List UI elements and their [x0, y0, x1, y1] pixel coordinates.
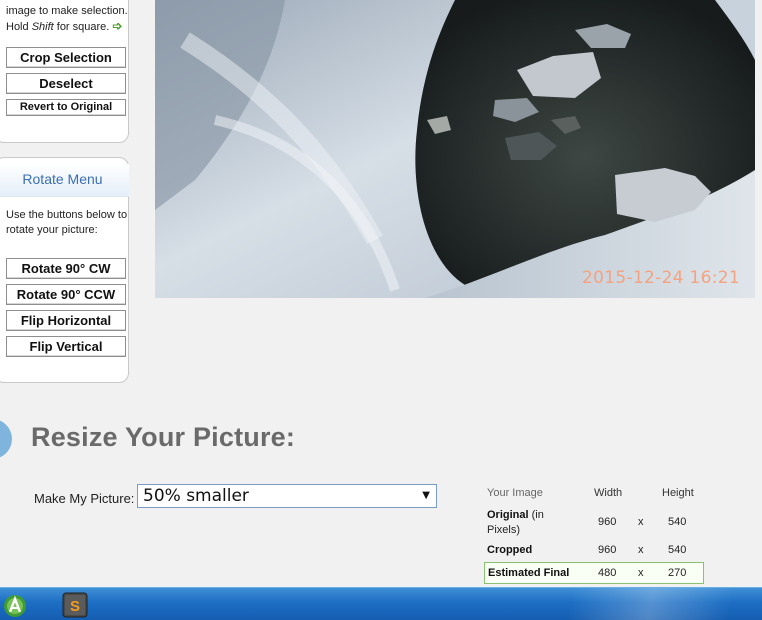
rotate-ccw-button[interactable]: Rotate 90° CCW [6, 284, 126, 305]
crop-instructions-line2: Hold Shift for square. ➩ [6, 19, 128, 35]
header-width: Width [594, 487, 623, 499]
cropped-label: Cropped [487, 544, 533, 556]
cropped-x: x [638, 544, 644, 556]
original-height: 540 [668, 516, 687, 528]
header-your-image: Your Image [487, 487, 543, 499]
android-studio-icon[interactable] [1, 591, 29, 619]
final-x: x [638, 567, 644, 579]
make-my-picture-label: Make My Picture: [34, 491, 135, 506]
dropdown-arrow-icon: ▼ [422, 490, 430, 501]
rotate-cw-button[interactable]: Rotate 90° CW [6, 258, 126, 279]
rotate-menu-title: Rotate Menu [0, 164, 129, 197]
row-original-label: Original (in Pixels) [487, 508, 544, 538]
original-x: x [638, 516, 644, 528]
step-number-circle [0, 419, 12, 459]
resize-option-select[interactable]: 50% smaller ▼ [137, 484, 437, 508]
taskbar-glare [520, 588, 762, 620]
instr-hold: Hold [6, 21, 32, 33]
crop-instructions-line1: image to make selection. [6, 5, 128, 17]
flip-horizontal-button[interactable]: Flip Horizontal [6, 310, 126, 331]
green-arrow-icon: ➩ [112, 19, 123, 33]
cropped-height: 540 [668, 544, 687, 556]
original-label-line2: Pixels) [487, 524, 521, 536]
estimated-final-label: Estimated Final [488, 567, 570, 579]
estimated-final-row: Estimated Final 480 x 270 [484, 562, 704, 584]
rotate-panel: Rotate Menu Use the buttons below to rot… [0, 157, 129, 383]
svg-text:S: S [70, 598, 80, 615]
crop-selection-button[interactable]: Crop Selection [6, 47, 126, 68]
cropped-width: 960 [598, 544, 617, 556]
photo-timestamp: 2015-12-24 16:21 [582, 268, 740, 288]
original-label-suffix: (in [528, 509, 544, 521]
sublime-text-icon[interactable]: S [61, 591, 89, 619]
flip-vertical-button[interactable]: Flip Vertical [6, 336, 126, 357]
crop-panel: image to make selection. Hold Shift for … [0, 0, 129, 143]
final-height: 270 [668, 567, 687, 579]
crop-instructions: image to make selection. Hold Shift for … [6, 4, 128, 35]
original-label: Original [487, 509, 529, 521]
deselect-button[interactable]: Deselect [6, 73, 126, 94]
photo-preview[interactable]: 2015-12-24 16:21 [155, 0, 755, 298]
header-height: Height [662, 487, 694, 499]
revert-to-original-button[interactable]: Revert to Original [6, 99, 126, 116]
original-width: 960 [598, 516, 617, 528]
taskbar: S [0, 587, 762, 620]
rotate-instructions: Use the buttons below to rotate your pic… [6, 209, 128, 236]
resize-section-title: Resize Your Picture: [31, 422, 296, 452]
final-width: 480 [598, 567, 617, 579]
instr-shift-key: Shift [31, 21, 54, 33]
photo-image [155, 0, 755, 298]
instr-for-square: for square. [53, 21, 110, 33]
resize-selected-value: 50% smaller [143, 486, 249, 506]
